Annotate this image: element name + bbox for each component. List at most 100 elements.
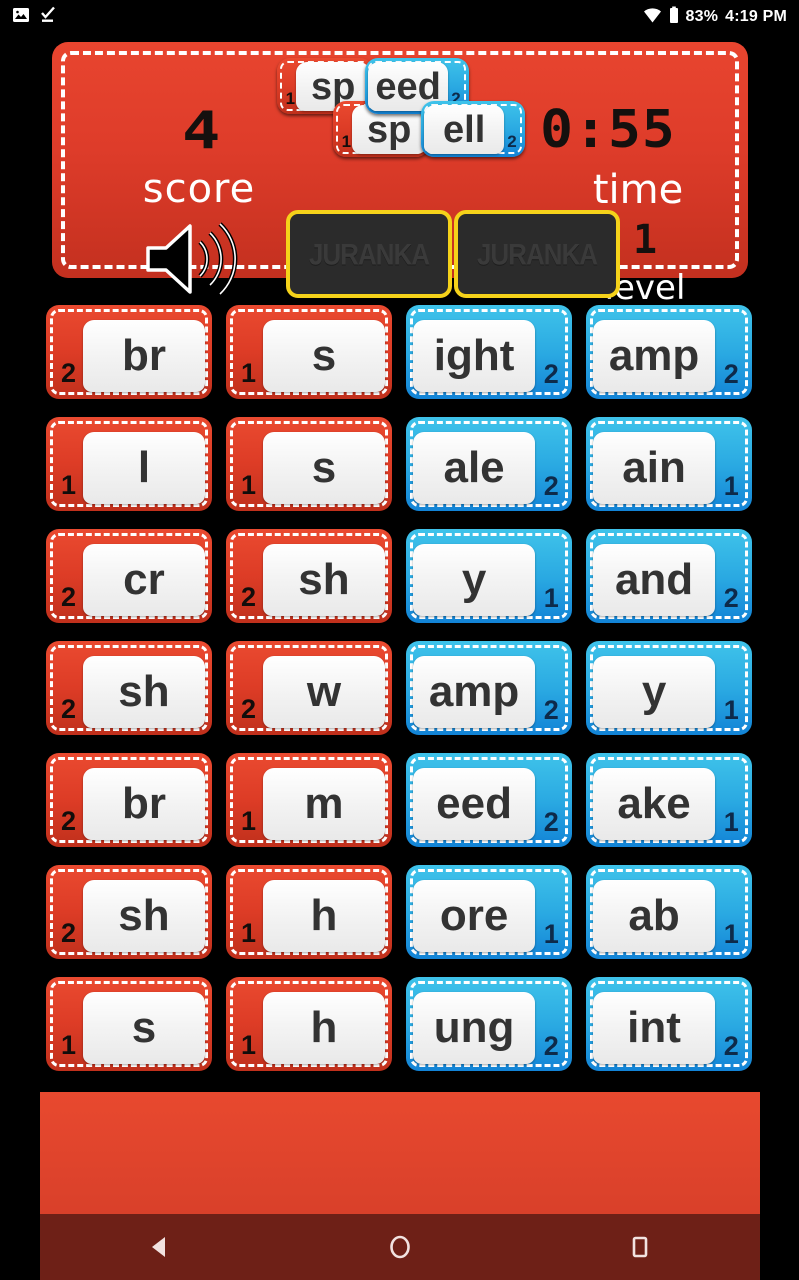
word-slot-1[interactable]: JURANKA	[286, 210, 452, 298]
tile-text: sh	[118, 891, 170, 941]
tile-badge: 2	[543, 806, 559, 837]
letter-tile-int[interactable]: int 2	[586, 977, 752, 1071]
tile-card: cr	[82, 544, 206, 617]
tile-badge: 2	[723, 358, 739, 389]
recents-icon[interactable]	[600, 1214, 680, 1280]
tile-badge: 1	[240, 357, 256, 388]
tile-badge: 2	[543, 358, 559, 389]
letter-tile-amp[interactable]: amp 2	[586, 305, 752, 399]
tile-badge: 1	[285, 88, 296, 108]
tile-card: ain	[592, 432, 716, 505]
letter-tile-s[interactable]: s1	[46, 977, 212, 1071]
tile-card: sh	[82, 880, 206, 953]
tile-card: y	[592, 656, 716, 729]
letter-tile-sh[interactable]: sh 2	[226, 529, 392, 623]
letter-tile-ore[interactable]: ore 1	[406, 865, 572, 959]
tile-badge: 2	[60, 693, 76, 724]
tile-badge: 2	[240, 693, 256, 724]
letter-tile-eed[interactable]: eed 2	[406, 753, 572, 847]
letter-tile-ake[interactable]: ake 1	[586, 753, 752, 847]
tile-badge: 2	[543, 470, 559, 501]
letter-tile-and[interactable]: and 2	[586, 529, 752, 623]
tile-badge: 2	[543, 1030, 559, 1061]
letter-tile-ain[interactable]: ain 1	[586, 417, 752, 511]
letter-tile-h[interactable]: h1	[226, 865, 392, 959]
back-icon[interactable]	[120, 1214, 200, 1280]
tile-card: m	[262, 768, 386, 841]
tile-text: ab	[628, 891, 680, 941]
word-slot-2[interactable]: JURANKA	[454, 210, 620, 298]
tile-text: s	[311, 331, 337, 381]
tile-text: y	[461, 555, 487, 605]
tile-card: h	[262, 880, 386, 953]
tile-badge: 2	[60, 805, 76, 836]
level-value: 1	[632, 217, 658, 263]
bottom-ad-banner[interactable]	[40, 1092, 760, 1214]
tile-badge: 2	[60, 917, 76, 948]
tile-text: eed	[436, 779, 512, 829]
tile-text: and	[614, 555, 694, 605]
tile-text: ell	[443, 108, 486, 151]
tile-card: amp	[412, 656, 536, 729]
image-icon	[12, 6, 30, 29]
clock-time: 4:19 PM	[725, 8, 787, 25]
tile-text: amp	[608, 331, 700, 381]
score-value: 4	[181, 100, 220, 161]
tile-text: ung	[433, 1003, 515, 1053]
letter-tile-w[interactable]: w2	[226, 641, 392, 735]
tile-card: l	[82, 432, 206, 505]
letter-tile-ell[interactable]: ell 2	[421, 101, 525, 157]
tile-text: s	[131, 1003, 157, 1053]
letter-tile-br[interactable]: br 2	[46, 305, 212, 399]
tile-text: cr	[123, 555, 165, 605]
letter-tile-ab[interactable]: ab 1	[586, 865, 752, 959]
tile-badge: 1	[543, 582, 559, 613]
tile-card: s	[262, 432, 386, 505]
slot-watermark: JURANKA	[308, 236, 430, 271]
android-nav-bar	[40, 1214, 760, 1280]
tile-card: s	[82, 992, 206, 1065]
tile-card: eed	[412, 768, 536, 841]
tile-card: sh	[82, 656, 206, 729]
tile-badge: 1	[723, 470, 739, 501]
tile-badge: 2	[240, 581, 256, 612]
letter-tile-ung[interactable]: ung 2	[406, 977, 572, 1071]
letter-tile-s[interactable]: s1	[226, 417, 392, 511]
letter-tile-y[interactable]: y1	[586, 641, 752, 735]
letter-tile-ale[interactable]: ale 2	[406, 417, 572, 511]
letter-tile-br[interactable]: br 2	[46, 753, 212, 847]
tile-text: h	[310, 1003, 338, 1053]
wifi-icon	[643, 7, 662, 28]
letter-tile-m[interactable]: m1	[226, 753, 392, 847]
timer-label: time	[592, 167, 684, 213]
tile-badge: 2	[60, 357, 76, 388]
tile-badge: 1	[543, 918, 559, 949]
tile-card: br	[82, 768, 206, 841]
tile-card: h	[262, 992, 386, 1065]
tile-card: s	[262, 320, 386, 393]
tile-badge: 1	[240, 469, 256, 500]
tile-text: ain	[622, 443, 686, 493]
tile-text: m	[304, 779, 344, 829]
tile-card: ab	[592, 880, 716, 953]
tile-badge: 1	[240, 805, 256, 836]
home-icon[interactable]	[360, 1214, 440, 1280]
letter-tile-amp[interactable]: amp 2	[406, 641, 572, 735]
tile-card: br	[82, 320, 206, 393]
letter-tile-l[interactable]: l1	[46, 417, 212, 511]
speaker-on-icon[interactable]	[140, 218, 252, 300]
letter-tile-ight[interactable]: ight 2	[406, 305, 572, 399]
letter-tile-cr[interactable]: cr 2	[46, 529, 212, 623]
tile-card: y	[412, 544, 536, 617]
tile-badge: 2	[507, 132, 517, 152]
tile-badge: 1	[60, 469, 76, 500]
tile-text: y	[641, 667, 667, 717]
battery-icon	[669, 6, 679, 29]
letter-tile-sh[interactable]: sh 2	[46, 865, 212, 959]
tile-badge: 2	[543, 694, 559, 725]
letter-tile-y[interactable]: y1	[406, 529, 572, 623]
letter-tile-s[interactable]: s1	[226, 305, 392, 399]
tile-badge: 2	[723, 1030, 739, 1061]
letter-tile-sh[interactable]: sh 2	[46, 641, 212, 735]
letter-tile-h[interactable]: h1	[226, 977, 392, 1071]
